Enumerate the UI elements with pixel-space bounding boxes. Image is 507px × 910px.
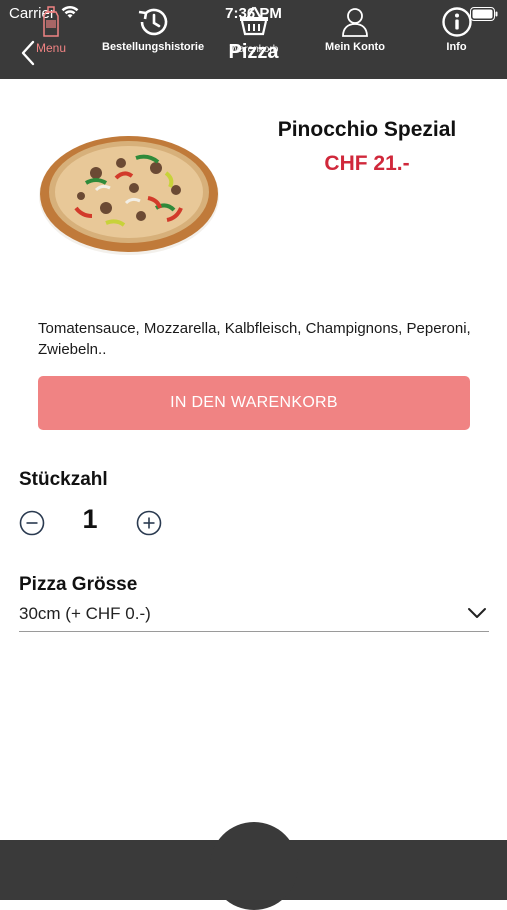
tab-basket[interactable]: Warenkorb (204, 0, 304, 60)
tab-menu[interactable]: Menu (0, 0, 102, 60)
increase-quantity-button[interactable] (136, 510, 162, 536)
tab-my-account-label: Mein Konto (325, 41, 385, 53)
plus-circle-icon (136, 510, 162, 536)
minus-circle-icon (19, 510, 45, 536)
chevron-down-icon (467, 606, 487, 620)
menu-bottle-icon (40, 6, 62, 43)
size-select[interactable]: 30cm (+ CHF 0.-) (19, 598, 489, 632)
tab-menu-label: Menu (35, 41, 67, 55)
history-icon (136, 6, 170, 43)
tab-my-account[interactable]: Mein Konto (304, 0, 406, 60)
tab-info[interactable]: Info (406, 0, 507, 60)
quantity-value: 1 (82, 504, 98, 534)
tab-basket-label: Warenkorb (229, 44, 279, 55)
tab-info-label: Info (446, 41, 467, 53)
quantity-label: Stückzahl (19, 469, 108, 490)
basket-tab-background (210, 822, 298, 910)
info-icon (441, 6, 473, 43)
user-icon (340, 6, 370, 43)
size-label: Pizza Grösse (19, 574, 138, 595)
product-description: Tomatensauce, Mozzarella, Kalbfleisch, C… (38, 320, 471, 358)
size-selected-value: 30cm (+ CHF 0.-) (19, 604, 151, 623)
tab-order-history-label: Bestellungshistorie (102, 41, 205, 53)
decrease-quantity-button[interactable] (19, 510, 45, 536)
pizza-image (36, 128, 222, 256)
product-price: CHF 21.- (324, 152, 410, 175)
tab-order-history[interactable]: Bestellungshistorie (102, 0, 204, 60)
product-name: Pinocchio Spezial (277, 118, 457, 141)
add-to-cart-button[interactable]: IN DEN WARENKORB (38, 376, 470, 430)
basket-icon (238, 6, 270, 41)
